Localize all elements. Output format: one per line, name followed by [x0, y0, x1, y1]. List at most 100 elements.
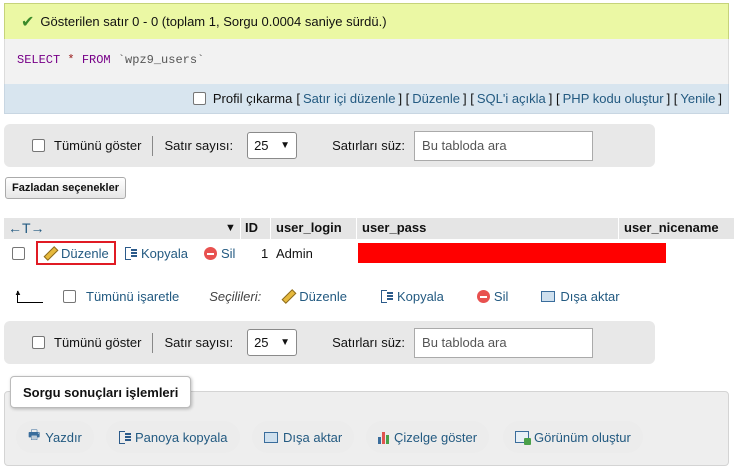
pencil-icon	[281, 289, 295, 303]
refresh-link[interactable]: Yenile	[680, 91, 715, 106]
check-all-checkbox[interactable]	[63, 289, 76, 303]
divider	[618, 218, 619, 239]
selection-actions-bar: ▲ Tümünü işaretle Seçilileri: Düzenle Ko…	[4, 282, 664, 310]
divider	[152, 332, 154, 353]
success-message: ✔ Gösterilen satır 0 - 0 (toplam 1, Sorg…	[4, 3, 729, 39]
row-copy-label: Kopyala	[141, 245, 188, 261]
show-all-checkbox-bottom[interactable]	[32, 336, 45, 349]
filter-input-bottom[interactable]: Bu tabloda ara	[414, 327, 594, 358]
selected-delete-button[interactable]: Sil	[476, 288, 509, 304]
create-php-link[interactable]: PHP kodu oluştur	[563, 91, 664, 106]
print-label: Yazdır	[45, 429, 82, 445]
with-selected-label: Seçilileri:	[209, 288, 262, 304]
bracket: ]	[718, 91, 722, 106]
profile-checkbox[interactable]	[192, 92, 206, 105]
rows-value: 25	[254, 335, 269, 350]
filter-placeholder: Bu tabloda ara	[422, 138, 507, 153]
divider	[152, 135, 154, 156]
export-button[interactable]: Dışa aktar	[252, 421, 355, 453]
check-all-link[interactable]: Tümünü işaretle	[86, 289, 179, 304]
rows-value: 25	[254, 138, 269, 153]
row-edit-label: Düzenle	[61, 245, 109, 261]
bracket: ] [	[666, 91, 678, 106]
export-icon	[264, 431, 278, 443]
chevron-down-icon: ▼	[280, 140, 291, 151]
delete-icon	[204, 246, 217, 260]
selected-export-label: Dışa aktar	[560, 288, 620, 304]
filter-label-bottom: Satırları süz:	[332, 335, 406, 350]
inline-edit-link[interactable]: Satır içi düzenle	[303, 91, 396, 106]
view-icon	[515, 431, 531, 445]
show-all-label-bottom: Tümünü göster	[54, 335, 142, 350]
row-edit-button[interactable]: Düzenle	[36, 241, 116, 265]
filter-input-top[interactable]: Bu tabloda ara	[414, 130, 594, 161]
sql-keyword-from: FROM	[81, 53, 111, 67]
bracket: ] [	[398, 91, 410, 106]
bar-chart-icon	[378, 431, 389, 444]
cell-id[interactable]: 1	[261, 239, 268, 267]
more-options-button[interactable]: Fazladan seçenekler	[5, 177, 127, 199]
chart-label: Çizelge göster	[394, 429, 478, 445]
copy-icon	[124, 246, 138, 260]
selected-export-button[interactable]: Dışa aktar	[541, 288, 620, 304]
rows-select-top[interactable]: 25 ▼	[247, 132, 298, 159]
show-all-checkbox-top[interactable]	[32, 139, 45, 152]
rows-select-bottom[interactable]: 25 ▼	[247, 329, 298, 356]
sort-dropdown-icon[interactable]: ▼	[225, 218, 236, 239]
profile-label: Profil çıkarma	[212, 91, 293, 106]
selected-edit-label: Düzenle	[299, 288, 347, 304]
column-header-user-login[interactable]: user_login	[276, 218, 342, 239]
view-label: Görünüm oluştur	[534, 429, 631, 445]
selected-copy-button[interactable]: Kopyala	[380, 289, 444, 304]
divider	[356, 218, 357, 239]
selected-copy-label: Kopyala	[396, 288, 444, 304]
copy-to-clipboard-button[interactable]: Panoya kopyala	[106, 421, 240, 453]
rows-label-bottom: Satır sayısı:	[164, 335, 234, 350]
sql-star: *	[67, 53, 75, 67]
copy-icon	[118, 430, 132, 444]
clipboard-label: Panoya kopyala	[135, 429, 228, 445]
display-chart-button[interactable]: Çizelge göster	[366, 421, 490, 453]
export-icon	[541, 290, 556, 302]
bracket: ] [	[548, 91, 560, 106]
filter-placeholder: Bu tabloda ara	[422, 335, 507, 350]
top-navigation-bar: Tümünü göster Satır sayısı: 25 ▼ Satırla…	[4, 124, 655, 167]
edit-query-link[interactable]: Düzenle	[412, 91, 460, 106]
chevron-down-icon: ▼	[280, 337, 291, 348]
create-view-button[interactable]: Görünüm oluştur	[503, 421, 643, 453]
column-arrows-icon[interactable]: ←T→	[8, 218, 45, 239]
delete-icon	[476, 289, 490, 303]
cell-user-login[interactable]: Admin	[276, 239, 313, 267]
printer-icon: 🖶	[28, 427, 41, 442]
bottom-navigation-bar: Tümünü göster Satır sayısı: 25 ▼ Satırla…	[4, 321, 655, 364]
bracket: ] [	[462, 91, 474, 106]
column-header-user-nicename[interactable]: user_nicename	[624, 218, 719, 239]
check-icon: ✔	[21, 13, 35, 31]
sql-table-name: `wpz9_users`	[117, 53, 205, 67]
row-checkbox[interactable]	[12, 246, 25, 260]
rows-label-top: Satır sayısı:	[164, 138, 234, 153]
row-delete-label: Sil	[221, 245, 236, 261]
print-button[interactable]: 🖶 Yazdır	[16, 421, 94, 453]
sql-keyword-select: SELECT	[17, 53, 61, 67]
sql-links-bar: Profil çıkarma [ Satır içi düzenle ] [ D…	[4, 84, 729, 114]
arrow-up-left-icon: ▲	[14, 289, 44, 303]
row-checkbox-cell	[12, 239, 25, 267]
selected-delete-label: Sil	[493, 288, 509, 304]
table-header: ←T→ ▼ ID user_login user_pass user_nicen…	[4, 218, 734, 239]
export-label: Dışa aktar	[283, 429, 343, 445]
divider	[270, 218, 271, 239]
copy-icon	[380, 289, 394, 303]
row-copy-button[interactable]: Kopyala	[124, 239, 188, 267]
bracket: [	[296, 91, 300, 106]
table-row: Düzenle Kopyala Sil 1 Admin	[4, 239, 734, 267]
show-all-label-top: Tümünü göster	[54, 138, 142, 153]
column-header-id[interactable]: ID	[245, 218, 258, 239]
column-header-user-pass[interactable]: user_pass	[362, 218, 426, 239]
explain-sql-link[interactable]: SQL'i açıkla	[477, 91, 546, 106]
filter-label-top: Satırları süz:	[332, 138, 406, 153]
sql-query-box: SELECT * FROM `wpz9_users`	[4, 39, 729, 84]
selected-edit-button[interactable]: Düzenle	[281, 289, 347, 304]
redacted-user-pass	[358, 243, 666, 263]
row-delete-button[interactable]: Sil	[204, 239, 235, 267]
